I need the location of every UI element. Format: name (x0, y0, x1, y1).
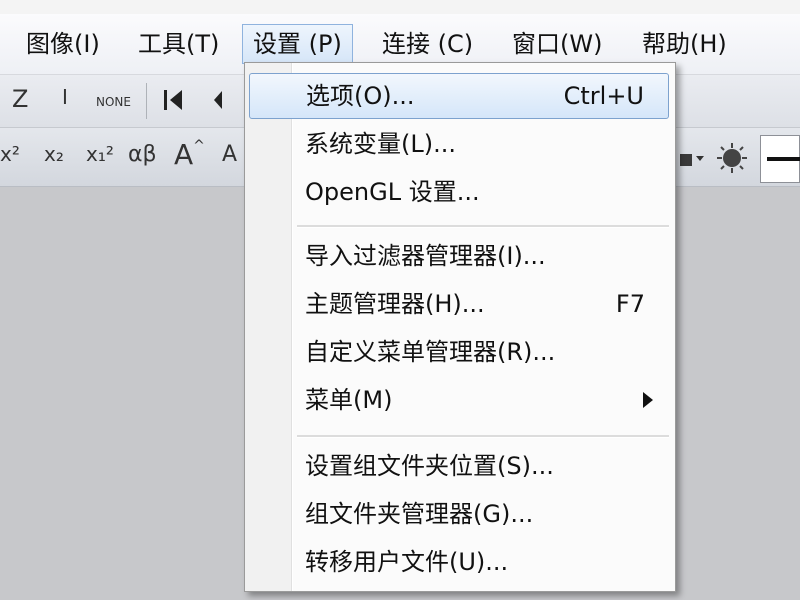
menu-item-label: 系统变量(L)... (305, 130, 456, 158)
line-style-sample (767, 157, 800, 161)
menu-help[interactable]: 帮助(H) (632, 24, 737, 64)
menu-item-label: OpenGL 设置... (305, 178, 480, 206)
menu-item-label: 主题管理器(H)... (305, 290, 485, 318)
menu-item-opengl-settings[interactable]: OpenGL 设置... (249, 169, 669, 215)
menu-window[interactable]: 窗口(W) (502, 24, 612, 64)
menu-item-shortcut: F7 (615, 290, 645, 318)
font-size-decrease-icon[interactable]: A (222, 142, 237, 167)
submenu-arrow-icon (643, 392, 653, 408)
menu-item-import-filter-manager[interactable]: 导入过滤器管理器(I)... (249, 233, 669, 279)
menu-separator (297, 225, 669, 228)
menu-item-shortcut: Ctrl+U (563, 82, 644, 110)
menu-image[interactable]: 图像(I) (16, 24, 110, 64)
none-glyph[interactable]: NONE (96, 95, 131, 109)
menu-item-label: 菜单(M) (305, 386, 393, 414)
font-size-increase-letter: A (174, 138, 194, 171)
menu-item-label: 自定义菜单管理器(R)... (305, 338, 556, 366)
menu-item-menu[interactable]: 菜单(M) (249, 377, 669, 423)
menu-item-label: 选项(O)... (306, 82, 415, 110)
menu-item-options[interactable]: 选项(O)... Ctrl+U (249, 73, 669, 119)
top-strip (0, 0, 800, 14)
menu-item-theme-manager[interactable]: 主题管理器(H)... F7 (249, 281, 669, 327)
menu-item-label: 设置组文件夹位置(S)... (305, 452, 554, 480)
menu-item-system-variables[interactable]: 系统变量(L)... (249, 121, 669, 167)
menu-item-custom-menu-manager[interactable]: 自定义菜单管理器(R)... (249, 329, 669, 375)
lamp-icon[interactable] (714, 140, 750, 182)
align-left-icon[interactable] (160, 85, 190, 121)
menu-item-label: 转移用户文件(U)... (305, 548, 509, 576)
diamond-icon[interactable] (206, 85, 236, 121)
menu-tools[interactable]: 工具(T) (128, 24, 229, 64)
menu-settings[interactable]: 设置 (P) (242, 24, 353, 64)
menu-connect[interactable]: 连接 (C) (372, 24, 483, 64)
menu-separator (297, 435, 669, 438)
color-dropdown-icon[interactable] (680, 144, 708, 176)
line-style-selector[interactable] (760, 135, 800, 183)
z-glyph[interactable]: Z (12, 85, 28, 113)
menu-item-transfer-user-files[interactable]: 转移用户文件(U)... (249, 539, 669, 585)
menu-item-set-group-folder-location[interactable]: 设置组文件夹位置(S)... (249, 443, 669, 489)
subscript-icon[interactable]: x₂ (44, 142, 64, 166)
super-sub-icon[interactable]: x₁² (86, 142, 114, 166)
menu-item-label: 组文件夹管理器(G)... (305, 500, 534, 528)
menu-item-group-folder-manager[interactable]: 组文件夹管理器(G)... (249, 491, 669, 537)
menu-item-label: 导入过滤器管理器(I)... (305, 242, 546, 270)
toolbar-divider (146, 83, 147, 119)
settings-dropdown-menu: 选项(O)... Ctrl+U 系统变量(L)... OpenGL 设置... … (244, 62, 676, 592)
alpha-beta-icon[interactable]: αβ (128, 142, 157, 167)
italic-glyph[interactable]: I (62, 85, 68, 109)
font-size-increase-icon[interactable]: A^ (174, 138, 205, 171)
superscript-icon[interactable]: x² (0, 142, 20, 166)
